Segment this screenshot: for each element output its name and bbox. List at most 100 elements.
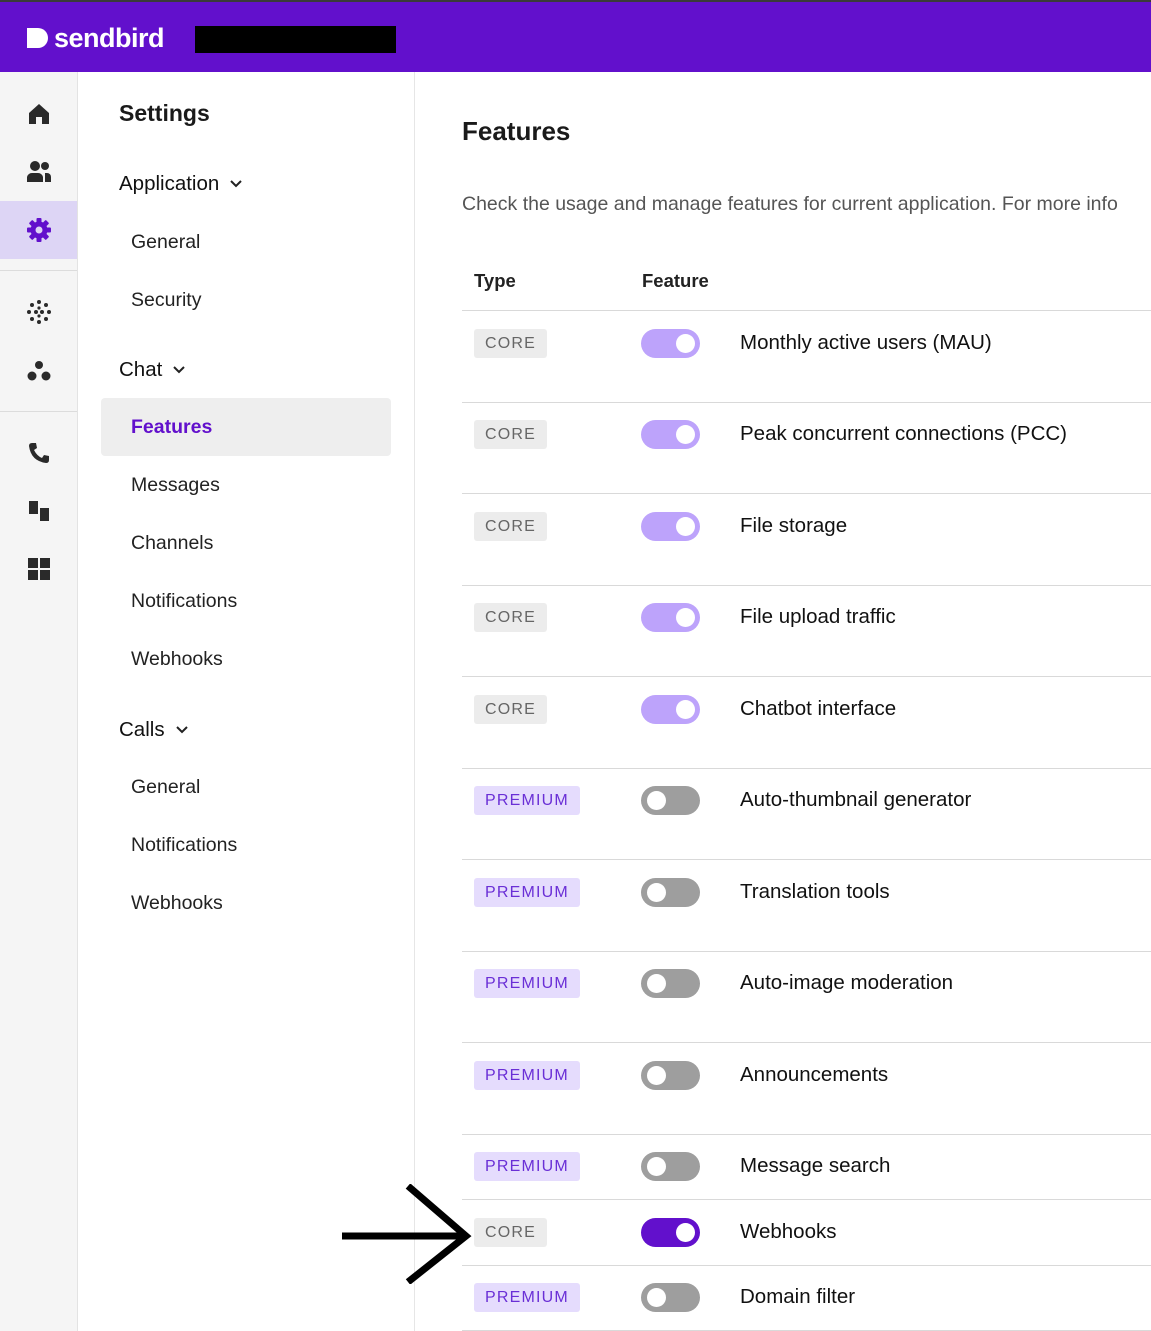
table-row: CORE Chatbot interface: [462, 677, 1151, 769]
toggle-knob: [647, 791, 666, 810]
nav-group-label: Calls: [119, 718, 165, 741]
table-row: CORE Peak concurrent connections (PCC): [462, 402, 1151, 494]
rail-blocks[interactable]: [0, 482, 77, 540]
rail-nodes[interactable]: [0, 342, 77, 400]
feature-name: Domain filter: [740, 1285, 856, 1308]
core-badge: CORE: [474, 512, 548, 541]
nav-group-label: Chat: [119, 358, 163, 381]
toggle-knob: [676, 517, 695, 536]
feature-name: Webhooks: [740, 1220, 837, 1243]
feature-toggle[interactable]: [641, 695, 700, 724]
table-row: PREMIUM Message search: [462, 1134, 1151, 1200]
premium-badge: PREMIUM: [474, 1061, 580, 1090]
nav-item-security[interactable]: Security: [131, 289, 201, 312]
premium-badge: PREMIUM: [474, 1152, 580, 1181]
nav-item-calls-notifications[interactable]: Notifications: [131, 834, 237, 857]
chevron-down-icon: [173, 366, 186, 374]
nav-group-label: Application: [119, 172, 220, 195]
feature-name: Announcements: [740, 1063, 889, 1086]
premium-badge: PREMIUM: [474, 969, 580, 998]
grid-icon: [27, 558, 50, 580]
toggle-knob: [647, 974, 666, 993]
page-description: Check the usage and manage features for …: [462, 193, 1118, 215]
feature-name: Peak concurrent connections (PCC): [740, 422, 1068, 445]
feature-name: Monthly active users (MAU): [740, 331, 992, 354]
table-row: PREMIUM Translation tools: [462, 860, 1151, 952]
table-row: CORE File storage: [462, 494, 1151, 586]
toggle-knob: [676, 1223, 695, 1242]
sendbird-logo[interactable]: sendbird: [24, 22, 165, 54]
column-header-feature: Feature: [642, 270, 709, 291]
chevron-down-icon: [175, 726, 188, 734]
table-row: PREMIUM Auto-thumbnail generator: [462, 768, 1151, 860]
toggle-knob: [647, 1157, 666, 1176]
dots-circle-icon: [26, 300, 51, 324]
main-content: Features Check the usage and manage feat…: [415, 72, 1151, 1331]
rail-home[interactable]: [0, 85, 77, 143]
toggle-knob: [676, 334, 695, 353]
toggle-knob: [647, 883, 666, 902]
feature-name: Auto-thumbnail generator: [740, 788, 972, 811]
feature-toggle[interactable]: [641, 969, 700, 998]
redacted-app-name: [195, 26, 396, 53]
gear-icon: [26, 218, 51, 242]
rail-settings[interactable]: [0, 201, 77, 259]
top-bar: sendbird: [0, 0, 1151, 72]
feature-toggle[interactable]: [641, 603, 700, 632]
feature-toggle[interactable]: [641, 512, 700, 541]
table-row: CORE File upload traffic: [462, 585, 1151, 677]
toggle-knob: [647, 1066, 666, 1085]
nav-item-features[interactable]: Features: [131, 416, 212, 439]
feature-name: File upload traffic: [740, 605, 896, 628]
premium-badge: PREMIUM: [474, 1283, 580, 1312]
page-title: Features: [462, 116, 571, 146]
nav-item-general[interactable]: General: [131, 231, 200, 254]
rail-calls[interactable]: [0, 424, 77, 482]
feature-toggle[interactable]: [641, 1283, 700, 1312]
blocks-icon: [28, 501, 49, 521]
nav-item-calls-webhooks[interactable]: Webhooks: [131, 892, 223, 915]
chevron-down-icon: [230, 180, 243, 188]
core-badge: CORE: [474, 695, 548, 724]
feature-toggle[interactable]: [641, 878, 700, 907]
nav-group-chat[interactable]: Chat: [119, 358, 186, 382]
toggle-knob: [676, 608, 695, 627]
nav-group-application[interactable]: Application: [119, 172, 243, 196]
rail-dashboard[interactable]: [0, 540, 77, 598]
feature-name: Auto-image moderation: [740, 971, 954, 994]
nav-item-calls-general[interactable]: General: [131, 776, 200, 799]
toggle-knob: [676, 425, 695, 444]
premium-badge: PREMIUM: [474, 786, 580, 815]
rail-divider: [0, 270, 77, 271]
feature-toggle[interactable]: [641, 786, 700, 815]
nav-item-messages[interactable]: Messages: [131, 474, 220, 497]
nav-title: Settings: [119, 100, 210, 126]
table-row: PREMIUM Auto-image moderation: [462, 951, 1151, 1043]
home-icon: [28, 104, 49, 124]
feature-toggle[interactable]: [641, 1152, 700, 1181]
feature-toggle[interactable]: [641, 1061, 700, 1090]
feature-toggle[interactable]: [641, 329, 700, 358]
rail-users[interactable]: [0, 143, 77, 201]
nodes-icon: [27, 361, 50, 381]
feature-name: Translation tools: [740, 880, 890, 903]
toggle-knob: [676, 700, 695, 719]
nav-item-notifications[interactable]: Notifications: [131, 590, 237, 613]
core-badge: CORE: [474, 329, 548, 358]
icon-rail: [0, 72, 78, 1331]
premium-badge: PREMIUM: [474, 878, 580, 907]
table-row: CORE Monthly active users (MAU): [462, 311, 1151, 403]
core-badge: CORE: [474, 420, 548, 449]
core-badge: CORE: [474, 603, 548, 632]
column-header-type: Type: [474, 270, 516, 291]
nav-item-webhooks[interactable]: Webhooks: [131, 648, 223, 671]
feature-toggle[interactable]: [641, 1218, 700, 1247]
feature-name: Message search: [740, 1154, 891, 1177]
annotation-arrow-icon: [342, 1184, 472, 1284]
settings-nav: Settings Application General Security Ch…: [78, 72, 415, 1331]
nav-group-calls[interactable]: Calls: [119, 718, 189, 742]
nav-item-channels[interactable]: Channels: [131, 532, 213, 555]
feature-toggle[interactable]: [641, 420, 700, 449]
feature-name: File storage: [740, 514, 848, 537]
rail-dots[interactable]: [0, 283, 77, 341]
